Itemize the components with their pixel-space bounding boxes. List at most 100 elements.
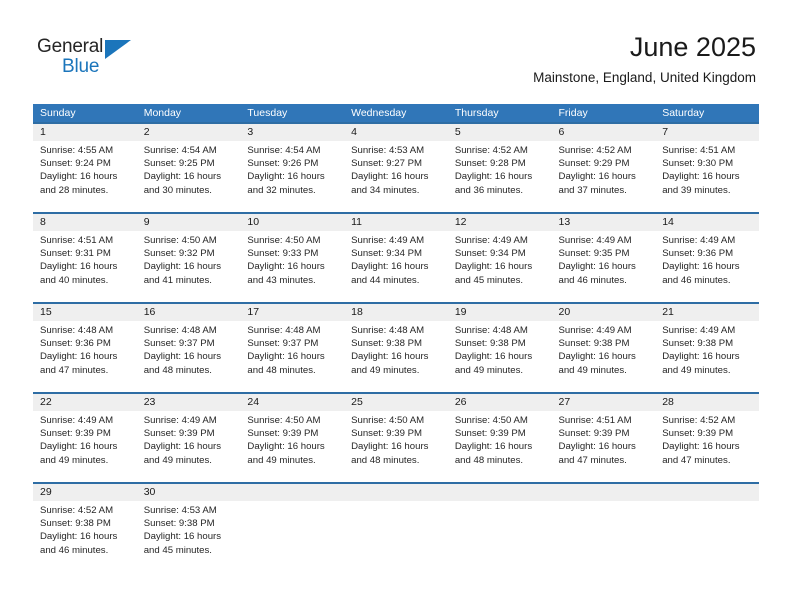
week-detail-row: Sunrise: 4:51 AM Sunset: 9:31 PM Dayligh… xyxy=(33,231,759,302)
daylight-line-1: Daylight: 16 hours xyxy=(351,261,429,273)
day-cell[interactable]: Sunrise: 4:49 AM Sunset: 9:34 PM Dayligh… xyxy=(344,231,448,302)
day-number[interactable]: 23 xyxy=(137,394,241,411)
day-cell[interactable]: Sunrise: 4:52 AM Sunset: 9:38 PM Dayligh… xyxy=(33,501,137,572)
daylight-line-2: and 45 minutes. xyxy=(454,274,524,286)
day-number[interactable]: 25 xyxy=(344,394,448,411)
daylight-line-1: Daylight: 16 hours xyxy=(40,171,118,183)
sunrise-line: Sunrise: 4:49 AM xyxy=(454,235,528,246)
day-cell[interactable]: Sunrise: 4:49 AM Sunset: 9:39 PM Dayligh… xyxy=(137,411,241,482)
day-number-empty xyxy=(344,484,448,501)
sunrise-line: Sunrise: 4:51 AM xyxy=(40,235,114,246)
daylight-line-2: and 40 minutes. xyxy=(40,274,109,286)
daylight-line-2: and 49 minutes. xyxy=(351,364,420,376)
day-number[interactable]: 14 xyxy=(655,214,759,231)
sunset-line: Sunset: 9:26 PM xyxy=(247,158,319,170)
day-number[interactable]: 1 xyxy=(33,124,137,141)
day-cell[interactable]: Sunrise: 4:51 AM Sunset: 9:30 PM Dayligh… xyxy=(655,141,759,212)
day-cell[interactable]: Sunrise: 4:50 AM Sunset: 9:33 PM Dayligh… xyxy=(240,231,344,302)
day-cell[interactable]: Sunrise: 4:52 AM Sunset: 9:28 PM Dayligh… xyxy=(448,141,552,212)
day-cell[interactable]: Sunrise: 4:50 AM Sunset: 9:39 PM Dayligh… xyxy=(344,411,448,482)
day-number[interactable]: 2 xyxy=(137,124,241,141)
day-number[interactable]: 8 xyxy=(33,214,137,231)
day-cell[interactable]: Sunrise: 4:49 AM Sunset: 9:39 PM Dayligh… xyxy=(33,411,137,482)
sunset-line: Sunset: 9:38 PM xyxy=(558,338,630,350)
daylight-line-1: Daylight: 16 hours xyxy=(40,351,118,363)
day-number[interactable]: 15 xyxy=(33,304,137,321)
day-number[interactable]: 29 xyxy=(33,484,137,501)
day-number[interactable]: 19 xyxy=(448,304,552,321)
day-cell[interactable]: Sunrise: 4:50 AM Sunset: 9:39 PM Dayligh… xyxy=(448,411,552,482)
daylight-line-1: Daylight: 16 hours xyxy=(558,351,636,363)
day-cell[interactable]: Sunrise: 4:49 AM Sunset: 9:34 PM Dayligh… xyxy=(448,231,552,302)
weekday-header-sunday: Sunday xyxy=(40,107,76,119)
sunrise-line: Sunrise: 4:49 AM xyxy=(558,325,632,336)
day-cell[interactable]: Sunrise: 4:49 AM Sunset: 9:36 PM Dayligh… xyxy=(655,231,759,302)
day-cell[interactable]: Sunrise: 4:53 AM Sunset: 9:27 PM Dayligh… xyxy=(344,141,448,212)
daylight-line-2: and 46 minutes. xyxy=(40,544,109,556)
day-cell[interactable]: Sunrise: 4:54 AM Sunset: 9:25 PM Dayligh… xyxy=(137,141,241,212)
day-cell[interactable]: Sunrise: 4:52 AM Sunset: 9:39 PM Dayligh… xyxy=(655,411,759,482)
day-cell[interactable]: Sunrise: 4:49 AM Sunset: 9:35 PM Dayligh… xyxy=(552,231,656,302)
day-cell[interactable]: Sunrise: 4:48 AM Sunset: 9:37 PM Dayligh… xyxy=(240,321,344,392)
day-number[interactable]: 21 xyxy=(655,304,759,321)
day-number[interactable]: 22 xyxy=(33,394,137,411)
day-number[interactable]: 18 xyxy=(344,304,448,321)
day-cell[interactable]: Sunrise: 4:52 AM Sunset: 9:29 PM Dayligh… xyxy=(552,141,656,212)
day-cell[interactable]: Sunrise: 4:51 AM Sunset: 9:39 PM Dayligh… xyxy=(552,411,656,482)
day-cell[interactable]: Sunrise: 4:50 AM Sunset: 9:32 PM Dayligh… xyxy=(137,231,241,302)
day-number[interactable]: 9 xyxy=(137,214,241,231)
week-detail-row: Sunrise: 4:48 AM Sunset: 9:36 PM Dayligh… xyxy=(33,321,759,392)
day-cell[interactable]: Sunrise: 4:48 AM Sunset: 9:36 PM Dayligh… xyxy=(33,321,137,392)
day-number[interactable]: 11 xyxy=(344,214,448,231)
day-number[interactable]: 20 xyxy=(552,304,656,321)
day-number[interactable]: 10 xyxy=(240,214,344,231)
daylight-line-2: and 49 minutes. xyxy=(247,454,316,466)
day-number[interactable]: 26 xyxy=(448,394,552,411)
page-title: June 2025 xyxy=(629,32,756,62)
sunrise-line: Sunrise: 4:53 AM xyxy=(351,145,425,156)
sunrise-line: Sunrise: 4:49 AM xyxy=(662,325,736,336)
day-number[interactable]: 5 xyxy=(448,124,552,141)
daylight-line-2: and 48 minutes. xyxy=(351,454,420,466)
day-cell[interactable]: Sunrise: 4:48 AM Sunset: 9:38 PM Dayligh… xyxy=(344,321,448,392)
daylight-line-2: and 49 minutes. xyxy=(558,364,627,376)
weekday-header-row: Sunday Monday Tuesday Wednesday Thursday… xyxy=(33,104,759,122)
day-number[interactable]: 17 xyxy=(240,304,344,321)
day-cell-empty xyxy=(552,501,656,572)
day-number[interactable]: 12 xyxy=(448,214,552,231)
day-cell[interactable]: Sunrise: 4:55 AM Sunset: 9:24 PM Dayligh… xyxy=(33,141,137,212)
day-cell[interactable]: Sunrise: 4:49 AM Sunset: 9:38 PM Dayligh… xyxy=(655,321,759,392)
daylight-line-1: Daylight: 16 hours xyxy=(40,261,118,273)
day-cell-empty xyxy=(240,501,344,572)
day-cell[interactable]: Sunrise: 4:53 AM Sunset: 9:38 PM Dayligh… xyxy=(137,501,241,572)
sunrise-line: Sunrise: 4:52 AM xyxy=(662,415,736,426)
day-cell[interactable]: Sunrise: 4:51 AM Sunset: 9:31 PM Dayligh… xyxy=(33,231,137,302)
day-number[interactable]: 27 xyxy=(552,394,656,411)
day-number[interactable]: 30 xyxy=(137,484,241,501)
daylight-line-2: and 41 minutes. xyxy=(143,274,212,286)
day-number[interactable]: 7 xyxy=(655,124,759,141)
daylight-line-2: and 32 minutes. xyxy=(247,184,316,196)
day-cell[interactable]: Sunrise: 4:48 AM Sunset: 9:38 PM Dayligh… xyxy=(448,321,552,392)
sunrise-line: Sunrise: 4:52 AM xyxy=(454,145,528,156)
daylight-line-2: and 47 minutes. xyxy=(558,454,627,466)
day-number[interactable]: 24 xyxy=(240,394,344,411)
day-number[interactable]: 28 xyxy=(655,394,759,411)
day-number[interactable]: 6 xyxy=(552,124,656,141)
day-number[interactable]: 16 xyxy=(137,304,241,321)
daylight-line-2: and 34 minutes. xyxy=(351,184,420,196)
calendar-week-row: 15 16 17 18 19 20 21 Sunrise: 4:48 AM Su… xyxy=(33,302,759,392)
daylight-line-1: Daylight: 16 hours xyxy=(454,171,533,183)
day-cell[interactable]: Sunrise: 4:54 AM Sunset: 9:26 PM Dayligh… xyxy=(240,141,344,212)
sunset-line: Sunset: 9:39 PM xyxy=(351,428,423,440)
day-cell[interactable]: Sunrise: 4:48 AM Sunset: 9:37 PM Dayligh… xyxy=(137,321,241,392)
day-cell[interactable]: Sunrise: 4:50 AM Sunset: 9:39 PM Dayligh… xyxy=(240,411,344,482)
sunset-line: Sunset: 9:38 PM xyxy=(454,338,526,350)
day-number[interactable]: 13 xyxy=(552,214,656,231)
daylight-line-1: Daylight: 16 hours xyxy=(143,441,222,453)
day-number[interactable]: 3 xyxy=(240,124,344,141)
day-number[interactable]: 4 xyxy=(344,124,448,141)
generalblue-logo[interactable]: General Blue xyxy=(37,36,167,80)
day-cell[interactable]: Sunrise: 4:49 AM Sunset: 9:38 PM Dayligh… xyxy=(552,321,656,392)
sunset-line: Sunset: 9:33 PM xyxy=(247,248,319,260)
